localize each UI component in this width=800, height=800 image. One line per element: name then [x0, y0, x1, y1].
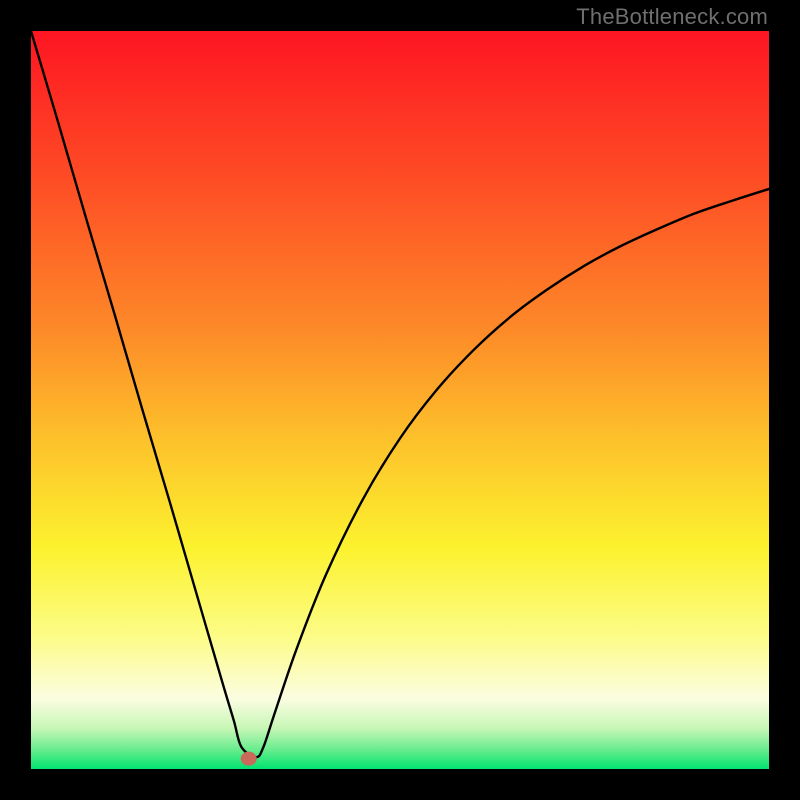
- plot-svg: [31, 31, 769, 769]
- watermark-text: TheBottleneck.com: [576, 4, 768, 30]
- gradient-background: [31, 31, 769, 769]
- plot-area: [31, 31, 769, 769]
- chart-frame: TheBottleneck.com: [0, 0, 800, 800]
- minimum-marker: [241, 752, 257, 766]
